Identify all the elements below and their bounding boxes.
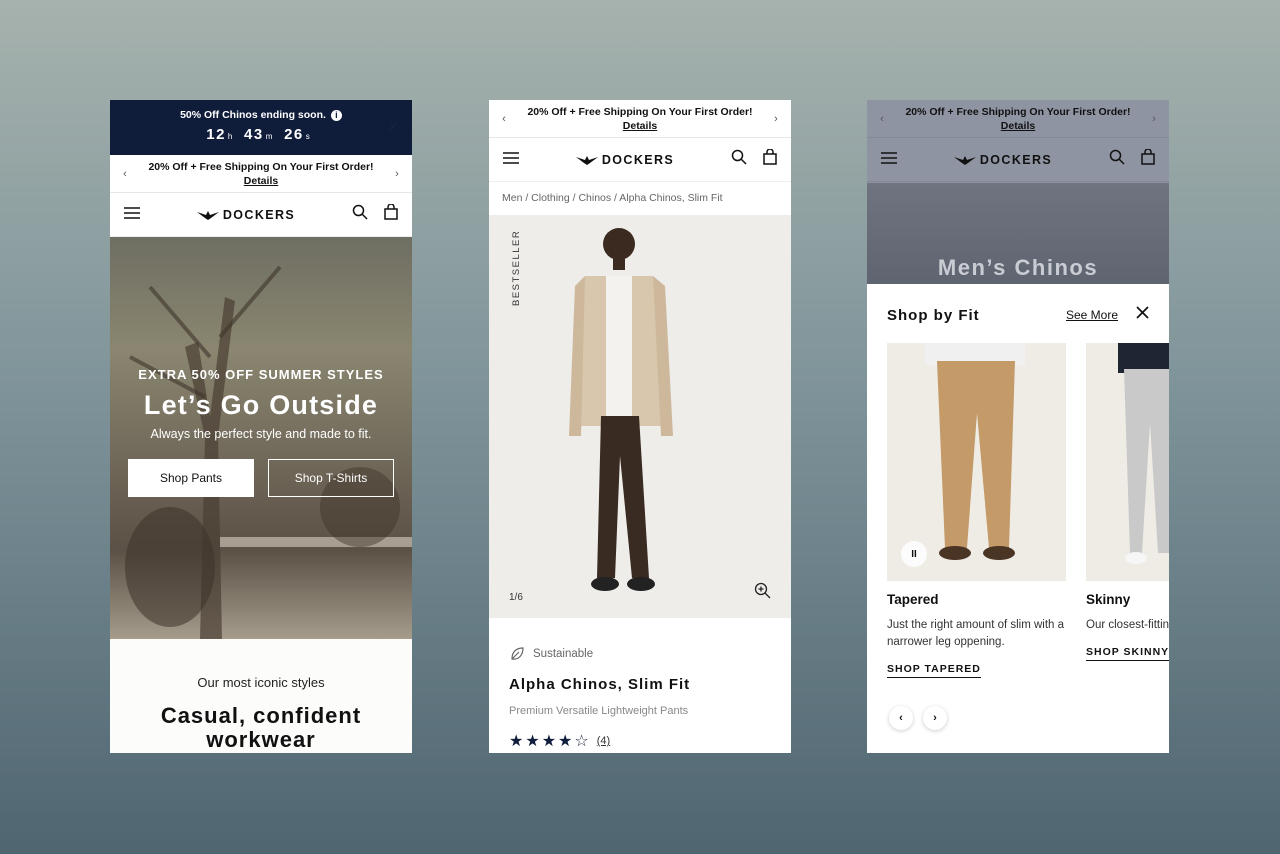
leaf-icon [511, 647, 524, 660]
fit-card-description: Just the right amount of slim with a nar… [887, 619, 1065, 648]
breadcrumb[interactable]: Men / Clothing / Chinos / Alpha Chinos, … [489, 182, 791, 216]
star-filled-icon: ★ [525, 733, 540, 750]
product-info: Sustainable Alpha Chinos, Slim Fit Premi… [489, 618, 791, 751]
search-icon[interactable] [352, 204, 368, 225]
category-hero: Men’s Chinos [867, 183, 1169, 284]
hamburger-menu-icon[interactable] [503, 151, 519, 169]
timer-seconds: 26 [284, 126, 304, 143]
shop-pants-button[interactable]: Shop Pants [128, 459, 254, 497]
hamburger-menu-icon[interactable] [124, 206, 140, 224]
product-title: Alpha Chinos, Slim Fit [509, 676, 691, 693]
chevron-left-icon[interactable]: ‹ [889, 706, 913, 730]
hero-banner: EXTRA 50% OFF SUMMER STYLES Let’s Go Out… [110, 237, 412, 639]
sustainable-label: Sustainable [533, 648, 594, 660]
fit-card-description: Our closest-fitting [1086, 619, 1169, 631]
brand-logo[interactable]: DOCKERS [196, 208, 295, 222]
chevron-right-icon[interactable]: › [923, 706, 947, 730]
shopping-bag-icon[interactable] [384, 203, 398, 225]
drawer-title: Shop by Fit [887, 306, 980, 324]
phone-product-screen: ‹ 20% Off + Free Shipping On Your First … [489, 100, 791, 753]
chevron-right-icon[interactable]: › [771, 113, 781, 125]
promo-text: 20% Off + Free Shipping On Your First Or… [148, 160, 374, 173]
promo-details-link[interactable]: Details [905, 119, 1130, 133]
countdown-banner: 50% Off Chinos ending soon. i 12 h 43 m 26… [110, 100, 412, 155]
chevron-left-icon[interactable]: ‹ [499, 113, 509, 125]
promo-details-link[interactable]: Details [148, 174, 373, 188]
star-rating[interactable]: ★ ★ ★ ★ ☆ (4) [509, 731, 771, 751]
promo-text: 20% Off + Free Shipping On Your First Or… [527, 105, 753, 118]
countdown-text: 50% Off Chinos ending soon. [180, 109, 326, 121]
shop-skinny-link[interactable]: SHOP SKINNY [1086, 646, 1169, 661]
fit-card-name: Skinny [1086, 592, 1131, 607]
promo-bar: ‹ 20% Off + Free Shipping On Your First … [867, 100, 1169, 138]
close-icon[interactable]: ✕ [388, 120, 398, 134]
zoom-in-icon[interactable] [754, 582, 771, 604]
chevron-left-icon[interactable]: ‹ [120, 168, 130, 180]
see-more-link[interactable]: See More [1066, 308, 1118, 322]
carousel-arrows: ‹ › [889, 706, 947, 730]
chevron-right-icon[interactable]: › [392, 168, 402, 180]
product-subtitle: Premium Versatile Lightweight Pants [509, 705, 689, 717]
wings-logo-icon [575, 155, 598, 165]
phone-home-screen: 50% Off Chinos ending soon. i 12 h 43 m 26… [110, 100, 412, 753]
shop-tshirts-button[interactable]: Shop T-Shirts [268, 459, 394, 497]
promo-text: 20% Off + Free Shipping On Your First Or… [905, 105, 1131, 118]
promo-bar: ‹ 20% Off + Free Shipping On Your First … [110, 155, 412, 193]
product-image-gallery[interactable]: BESTSELLER 1/6 [489, 216, 791, 618]
search-icon[interactable] [1109, 149, 1125, 170]
close-icon[interactable] [1136, 306, 1149, 324]
image-counter: 1/6 [509, 592, 523, 603]
review-count-link[interactable]: (4) [597, 735, 610, 747]
hero-description: Always the perfect style and made to fit… [150, 427, 372, 441]
shop-by-fit-drawer: Shop by Fit See More II Tapered Just the… [867, 284, 1169, 753]
shop-tapered-link[interactable]: SHOP TAPERED [887, 663, 981, 678]
star-filled-icon: ★ [541, 733, 557, 750]
site-header: DOCKERS [110, 193, 412, 237]
category-hero-title: Men’s Chinos [937, 255, 1099, 280]
fit-card-image[interactable]: II [887, 343, 1066, 581]
wings-logo-icon [196, 210, 219, 220]
site-header: DOCKERS [489, 138, 791, 182]
site-header: DOCKERS [867, 138, 1169, 182]
shopping-bag-icon[interactable] [1141, 148, 1155, 170]
phone-category-screen: ‹ 20% Off + Free Shipping On Your First … [867, 100, 1169, 753]
fit-card-skinny[interactable]: Skinny Our closest-fitting SHOP SKINNY [1086, 343, 1169, 678]
hamburger-menu-icon[interactable] [881, 151, 897, 169]
timer-minutes: 43 [244, 126, 264, 143]
countdown-timer: 12 h 43 m 26 s [206, 126, 310, 143]
info-icon[interactable]: i [330, 109, 342, 121]
star-filled-icon: ★ [558, 733, 573, 750]
star-filled-icon: ★ [509, 733, 524, 750]
wings-logo-icon [953, 155, 976, 165]
search-icon[interactable] [731, 149, 747, 170]
fit-carousel[interactable]: II Tapered Just the right amount of slim… [887, 343, 1169, 678]
timer-hours: 12 [206, 126, 226, 143]
fit-card-image[interactable] [1086, 343, 1169, 581]
iconic-label: Our most iconic styles [197, 675, 325, 690]
fit-card-tapered[interactable]: II Tapered Just the right amount of slim… [887, 343, 1066, 678]
chevron-right-icon[interactable]: › [1149, 113, 1159, 125]
brand-logo[interactable]: DOCKERS [575, 153, 674, 167]
promo-details-link[interactable]: Details [527, 119, 752, 133]
hero-subtitle: EXTRA 50% OFF SUMMER STYLES [138, 367, 384, 382]
pause-icon[interactable]: II [901, 541, 927, 567]
model-figure-illustration [569, 228, 673, 591]
brand-logo[interactable]: DOCKERS [953, 153, 1052, 167]
star-empty-icon: ☆ [574, 733, 589, 750]
chevron-left-icon[interactable]: ‹ [877, 113, 887, 125]
iconic-styles-section: Our most iconic styles Casual, confident… [110, 639, 412, 753]
skinny-pants-illustration [1118, 343, 1169, 564]
iconic-heading: Casual, confident workwear [160, 703, 362, 752]
fit-card-name: Tapered [887, 592, 939, 607]
hero-title: Let’s Go Outside [143, 390, 379, 420]
shopping-bag-icon[interactable] [763, 148, 777, 170]
promo-bar: ‹ 20% Off + Free Shipping On Your First … [489, 100, 791, 138]
